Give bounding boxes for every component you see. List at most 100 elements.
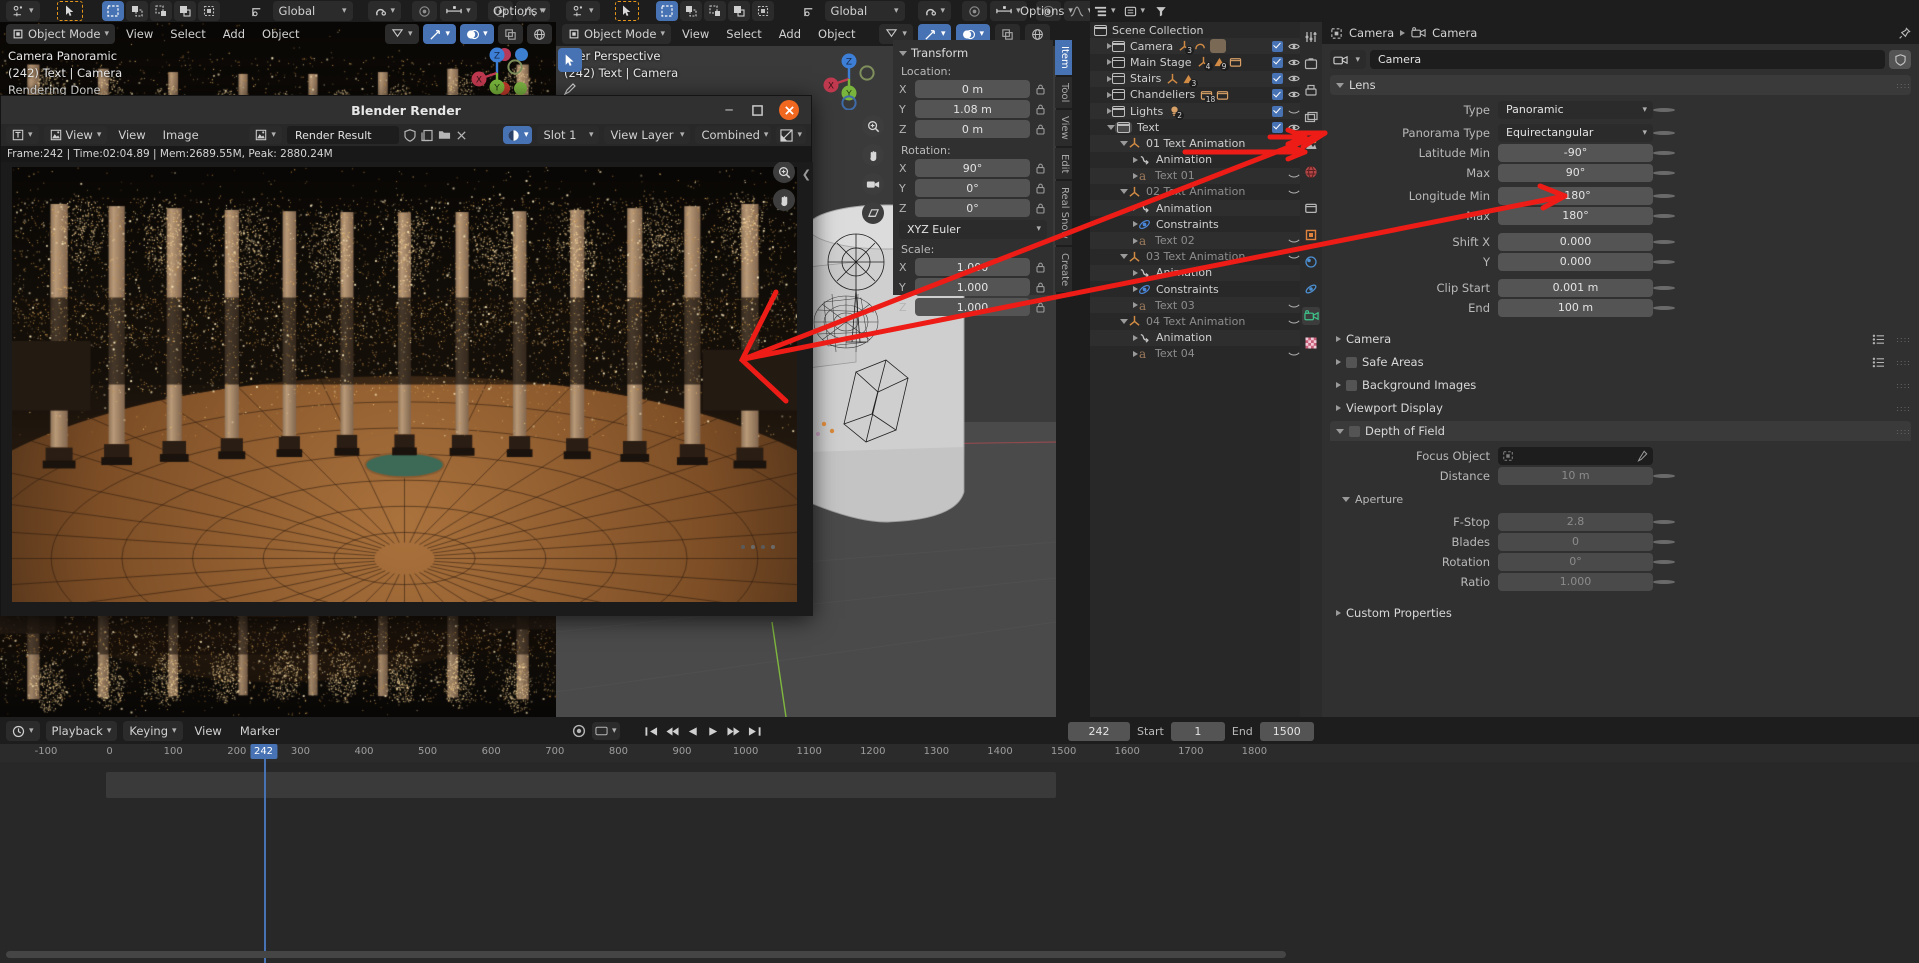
lock-icon[interactable] (1034, 103, 1047, 116)
tab-scene[interactable] (1302, 136, 1320, 154)
image-alpha-mode-icon[interactable]: ▾ (776, 126, 806, 144)
exclude-collection-checkbox[interactable] (1272, 41, 1283, 52)
chevron-down-icon[interactable] (1120, 189, 1128, 194)
shading-wireframe-icon[interactable] (527, 24, 552, 44)
viewport-sidebar-tabs[interactable]: Item Tool View Edit Real Snow Create (1055, 40, 1072, 320)
scale-z-row[interactable]: Z 1.000 (899, 298, 1047, 316)
active-tool-tweak-icon[interactable] (558, 48, 582, 72)
select-box-icon[interactable] (102, 1, 124, 21)
select-intersect-icon-2[interactable] (752, 1, 774, 21)
shift-x-field[interactable]: 0.000 (1498, 233, 1653, 251)
shield-fake-user-icon[interactable] (1889, 50, 1911, 69)
select-box-icon-2[interactable] (656, 1, 678, 21)
select-invert-icon[interactable] (174, 1, 196, 21)
lock-icon[interactable] (1034, 182, 1047, 195)
longitude-max-field[interactable]: 180° (1498, 207, 1653, 225)
drag-grip-icon[interactable]: :::: (1896, 427, 1911, 436)
outliner-row[interactable]: Scene Collection (1090, 22, 1321, 38)
drag-grip-icon[interactable]: :::: (1896, 81, 1911, 90)
transform-orientation-dropdown[interactable]: Global ▾ (273, 1, 353, 21)
camera-name-input[interactable]: Camera (1370, 50, 1885, 69)
tab-output[interactable] (1302, 82, 1320, 100)
animate-property-dot[interactable] (1653, 560, 1675, 564)
keying-menu[interactable]: Keying ▾ (123, 721, 182, 741)
lens-row-latitude-max[interactable]: Max 90° (1322, 164, 1911, 181)
latitude-max-field[interactable]: 90° (1498, 164, 1653, 182)
tab-physics[interactable] (1302, 280, 1320, 298)
image-editor-type-icon[interactable]: ▾ (6, 126, 39, 144)
scale-x-field[interactable]: 1.000 (915, 258, 1030, 276)
background-images-checkbox[interactable] (1346, 380, 1357, 391)
tab-modifiers[interactable] (1302, 253, 1320, 271)
section-dof-header[interactable]: Depth of Field :::: (1330, 421, 1911, 441)
section-aperture-header[interactable]: Aperture (1322, 489, 1919, 509)
tab-collection[interactable] (1302, 199, 1320, 217)
proportional-edit-icon-2[interactable] (962, 1, 987, 21)
timeline-menu-marker[interactable]: Marker (234, 721, 286, 741)
editor-type-icon-2[interactable]: ▾ (566, 1, 600, 21)
render-pass-dropdown[interactable]: Combined ▾ (695, 126, 771, 144)
section-background-images-header[interactable]: Background Images :::: (1330, 375, 1911, 395)
lens-row-panorama-type[interactable]: Panorama Type Equirectangular ▾ (1322, 124, 1911, 141)
section-lens-header[interactable]: Lens :::: (1330, 75, 1911, 95)
timeline-body[interactable]: -100 0 100 200 300 400 500 600 700 800 900 1000 1100… (0, 744, 1919, 963)
playback-menu[interactable]: Playback ▾ (46, 721, 118, 741)
longitude-min-field[interactable]: -180° (1498, 187, 1653, 205)
menu-object-left[interactable]: Object (256, 24, 305, 44)
rotation-x-field[interactable]: 90° (915, 159, 1030, 177)
outliner-row[interactable]: Animation (1090, 152, 1321, 168)
jump-end-icon[interactable] (747, 725, 762, 738)
clip-start-field[interactable]: 0.001 m (1498, 279, 1653, 297)
fstop-field[interactable]: 2.8 (1498, 513, 1653, 531)
lock-icon[interactable] (1034, 261, 1047, 274)
drag-grip-icon[interactable]: :::: (1896, 381, 1911, 390)
dof-row-focus-object[interactable]: Focus Object (1322, 447, 1911, 464)
latitude-min-field[interactable]: -90° (1498, 144, 1653, 162)
exclude-collection-checkbox[interactable] (1272, 73, 1283, 84)
timeline-transport-group[interactable]: ▾ (572, 722, 762, 740)
aperture-row-rotation[interactable]: Rotation 0° (1322, 553, 1911, 570)
open-image-icon[interactable] (438, 129, 451, 141)
properties-tab-strip[interactable] (1300, 22, 1322, 717)
drag-grip-icon[interactable]: :::: (1896, 404, 1911, 413)
sidebar-tab-create[interactable]: Create (1055, 247, 1072, 292)
lock-icon[interactable] (1034, 162, 1047, 175)
outliner-row[interactable]: Main Stage 4 9 (1090, 54, 1321, 70)
lock-icon[interactable] (1034, 123, 1047, 136)
view-layer-dropdown[interactable]: View Layer ▾ (604, 126, 690, 144)
dof-distance-field[interactable]: 10 m (1498, 467, 1653, 485)
lens-row-clip-end[interactable]: End 100 m (1322, 299, 1911, 316)
clip-end-field[interactable]: 100 m (1498, 299, 1653, 317)
outliner-row[interactable]: Lights 2 (1090, 103, 1321, 119)
sidebar-tab-view[interactable]: View (1055, 110, 1072, 146)
show-gizmo-button[interactable]: ▾ (423, 24, 457, 44)
outliner-row[interactable]: Text (1090, 119, 1321, 135)
aperture-row-fstop[interactable]: F-Stop 2.8 (1322, 513, 1911, 530)
safe-areas-checkbox[interactable] (1346, 357, 1357, 368)
exclude-collection-checkbox[interactable] (1272, 89, 1283, 100)
play-reverse-icon[interactable] (686, 725, 700, 738)
exclude-collection-checkbox[interactable] (1272, 122, 1283, 133)
animate-property-dot[interactable] (1653, 108, 1675, 112)
select-mode-group[interactable] (102, 1, 220, 21)
chevron-down-icon[interactable] (1120, 319, 1128, 324)
rotation-z-row[interactable]: Z 0° (899, 199, 1047, 217)
chevron-down-icon[interactable] (1120, 254, 1128, 259)
mode-dropdown-left[interactable]: Object Mode ▾ (6, 24, 115, 44)
sidebar-tab-edit[interactable]: Edit (1055, 148, 1072, 179)
location-y-field[interactable]: 1.08 m (915, 100, 1030, 118)
outliner-row[interactable]: 02 Text Animation (1090, 184, 1321, 200)
outliner-editor-type-icon[interactable] (1094, 5, 1107, 18)
shield-fake-user-icon[interactable] (404, 129, 416, 142)
animate-property-dot[interactable] (1653, 306, 1675, 310)
rotation-y-row[interactable]: Y 0° (899, 179, 1047, 197)
outliner-row[interactable]: a Text 01 (1090, 168, 1321, 184)
current-frame-field[interactable]: 242 (1068, 722, 1130, 741)
location-z-field[interactable]: 0 m (915, 120, 1030, 138)
camera-datablock-row[interactable]: ▾ Camera (1322, 44, 1919, 73)
animate-property-dot[interactable] (1653, 194, 1675, 198)
transform-orientation-dropdown-2[interactable]: Global ▾ (825, 1, 905, 21)
scale-z-field[interactable]: 1.000 (915, 298, 1030, 316)
timeline-ruler[interactable]: -100 0 100 200 300 400 500 600 700 800 900 1000 1100… (0, 744, 1919, 762)
view-axis-gizmo[interactable]: Z X Y (818, 48, 880, 110)
